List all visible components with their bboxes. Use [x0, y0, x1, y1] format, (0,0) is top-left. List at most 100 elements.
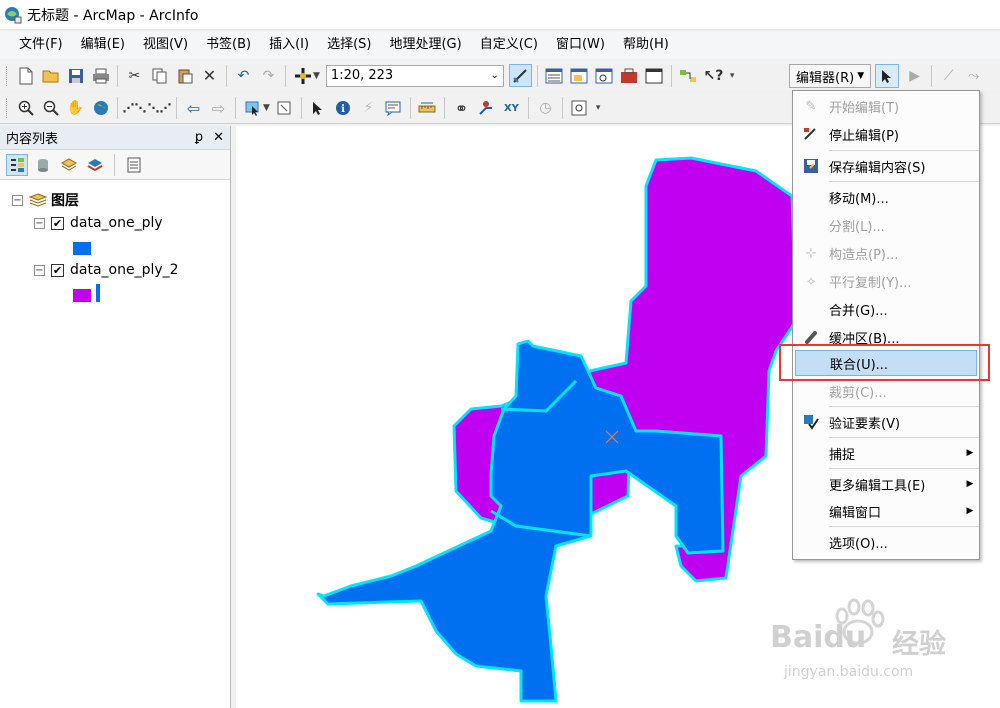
add-data-icon[interactable] — [291, 64, 314, 87]
map-scale-combobox[interactable]: 1:20, 223 ⌄ — [325, 64, 504, 87]
whats-this-help-icon[interactable]: ↖? — [702, 64, 725, 87]
collapse-icon[interactable]: − — [34, 264, 45, 276]
html-popup-icon[interactable] — [382, 97, 405, 120]
edit-annotation-tool-icon[interactable]: ▶ — [903, 65, 926, 88]
collapse-icon[interactable]: − — [34, 217, 45, 229]
auto-hide-pin-icon[interactable]: ꝑ — [195, 130, 203, 145]
cut-icon[interactable]: ✂ — [123, 64, 146, 87]
menu-item-stop-editing[interactable]: 停止编辑(P) — [793, 121, 979, 147]
menu-item-validate-features[interactable]: 验证要素(V) — [793, 409, 979, 435]
close-icon[interactable]: ✕ — [213, 130, 224, 145]
toolbar-separator — [300, 97, 302, 119]
identify-icon[interactable]: i — [332, 97, 355, 120]
paste-icon[interactable] — [173, 64, 196, 87]
measure-ruler-icon[interactable] — [416, 97, 439, 120]
toolbar-grip[interactable] — [6, 98, 9, 118]
find-binoculars-icon[interactable]: ⚭ — [450, 97, 473, 120]
menu-item-save-edits[interactable]: 保存编辑内容(S) — [793, 153, 979, 179]
create-viewer-window-icon[interactable] — [568, 97, 591, 120]
layer-name[interactable]: data_one_ply — [70, 215, 163, 231]
hyperlink-lightning-icon[interactable]: ⚡ — [357, 97, 380, 120]
menu-selection[interactable]: 选择(S) — [318, 31, 380, 59]
menu-help[interactable]: 帮助(H) — [614, 31, 678, 59]
layer-row[interactable]: − ✔ data_one_ply — [34, 215, 163, 231]
menu-item-merge[interactable]: 合并(G)... — [793, 296, 979, 322]
layer-visibility-checkbox[interactable]: ✔ — [51, 263, 64, 277]
menu-item-options[interactable]: 选项(O)... — [793, 529, 979, 555]
undo-icon[interactable]: ↶ — [232, 64, 255, 87]
editor-toolbar-toggle-icon[interactable] — [508, 64, 532, 87]
layer-symbol-swatch[interactable] — [73, 242, 91, 255]
open-folder-icon[interactable] — [39, 64, 62, 87]
list-by-selection-icon[interactable] — [84, 154, 106, 176]
menu-item-start-editing[interactable]: ✎ 开始编辑(T) — [793, 93, 979, 119]
toolbar-separator — [536, 64, 538, 87]
arctoolbox-icon[interactable] — [618, 64, 641, 87]
go-forward-extent-icon[interactable]: ⇨ — [207, 97, 230, 120]
fixed-zoom-in-icon[interactable]: ⋰⋱ — [123, 97, 147, 120]
layer-name[interactable]: data_one_ply_2 — [70, 262, 179, 278]
editor-menu-button[interactable]: 编辑器(R) ▼ — [789, 64, 872, 88]
options-list-icon[interactable] — [123, 154, 145, 176]
go-to-xy-icon[interactable]: XY — [500, 97, 523, 120]
redo-icon[interactable]: ↷ — [257, 64, 280, 87]
zoom-out-icon[interactable] — [39, 97, 62, 120]
menu-item-copy-parallel[interactable]: ⟡ 平行复制(Y)... — [793, 268, 979, 294]
search-window-icon[interactable] — [593, 64, 616, 87]
menu-geoprocessing[interactable]: 地理处理(G) — [380, 31, 470, 59]
menu-bookmarks[interactable]: 书签(B) — [197, 31, 260, 59]
modelbuilder-icon[interactable] — [677, 64, 700, 87]
time-slider-icon[interactable]: ◷ — [534, 97, 557, 120]
layer-visibility-checkbox[interactable]: ✔ — [51, 216, 64, 230]
toolbar-separator — [117, 97, 118, 119]
save-icon[interactable] — [64, 64, 87, 87]
menu-view[interactable]: 视图(V) — [134, 31, 197, 59]
menu-item-snapping[interactable]: 捕捉 ▶ — [793, 440, 979, 466]
python-window-icon[interactable] — [643, 64, 666, 87]
menu-insert[interactable]: 插入(I) — [260, 31, 318, 59]
toolbar-options-icon[interactable]: ▾ — [730, 71, 735, 81]
menu-item-editing-windows[interactable]: 编辑窗口 ▶ — [793, 498, 979, 524]
delete-icon[interactable]: ✕ — [198, 64, 221, 87]
select-elements-icon[interactable] — [307, 97, 330, 120]
toolbar-options-icon[interactable]: ▾ — [596, 103, 601, 113]
menu-item-more-editing-tools[interactable]: 更多编辑工具(E) ▶ — [793, 471, 979, 497]
straight-segment-icon[interactable]: ⟋ — [937, 65, 960, 88]
menu-edit[interactable]: 编辑(E) — [72, 31, 134, 59]
menu-item-clip[interactable]: 裁剪(C)... — [793, 378, 979, 404]
buffer-icon — [793, 330, 829, 344]
menu-windows[interactable]: 窗口(W) — [547, 31, 614, 59]
catalog-window-icon[interactable] — [568, 64, 591, 87]
full-extent-globe-icon[interactable] — [89, 97, 112, 120]
menu-separator — [829, 437, 979, 438]
menu-item-split[interactable]: 分割(L)... — [793, 212, 979, 238]
add-data-dropdown-icon[interactable]: ▼ — [313, 71, 320, 81]
go-back-extent-icon[interactable]: ⇦ — [182, 97, 205, 120]
fixed-zoom-out-icon[interactable]: ⋱⋰ — [148, 97, 172, 120]
menu-item-move[interactable]: 移动(M)... — [793, 184, 979, 210]
list-by-visibility-icon[interactable] — [58, 154, 80, 176]
copy-icon[interactable] — [148, 64, 171, 87]
select-features-dropdown-icon[interactable]: ▼ — [263, 103, 270, 113]
list-by-source-icon[interactable] — [32, 154, 54, 176]
select-features-icon[interactable] — [241, 97, 264, 120]
chevron-down-icon[interactable]: ⌄ — [491, 70, 499, 81]
collapse-icon[interactable]: − — [12, 194, 23, 206]
print-icon[interactable] — [89, 64, 112, 87]
list-by-drawing-order-icon[interactable] — [6, 153, 28, 176]
toolbar-grip[interactable] — [6, 65, 9, 86]
new-document-icon[interactable] — [14, 64, 37, 87]
menu-file[interactable]: 文件(F) — [10, 31, 72, 59]
layers-root-row[interactable]: − 图层 — [12, 190, 79, 210]
zoom-in-icon[interactable] — [14, 97, 37, 120]
layer-symbol-swatch[interactable] — [73, 289, 91, 302]
layer-row[interactable]: − ✔ data_one_ply_2 — [34, 262, 179, 278]
edit-tool-icon[interactable] — [875, 64, 900, 88]
clear-selection-icon[interactable] — [273, 97, 296, 120]
menu-item-construct-points[interactable]: ⊹ 构造点(P)... — [793, 240, 979, 266]
find-route-icon[interactable] — [475, 97, 498, 120]
table-of-contents-window-icon[interactable] — [543, 64, 566, 87]
menu-customize[interactable]: 自定义(C) — [471, 31, 547, 59]
pan-hand-icon[interactable]: ✋ — [64, 97, 87, 120]
end-point-arc-icon[interactable]: ⤳ — [962, 65, 985, 88]
